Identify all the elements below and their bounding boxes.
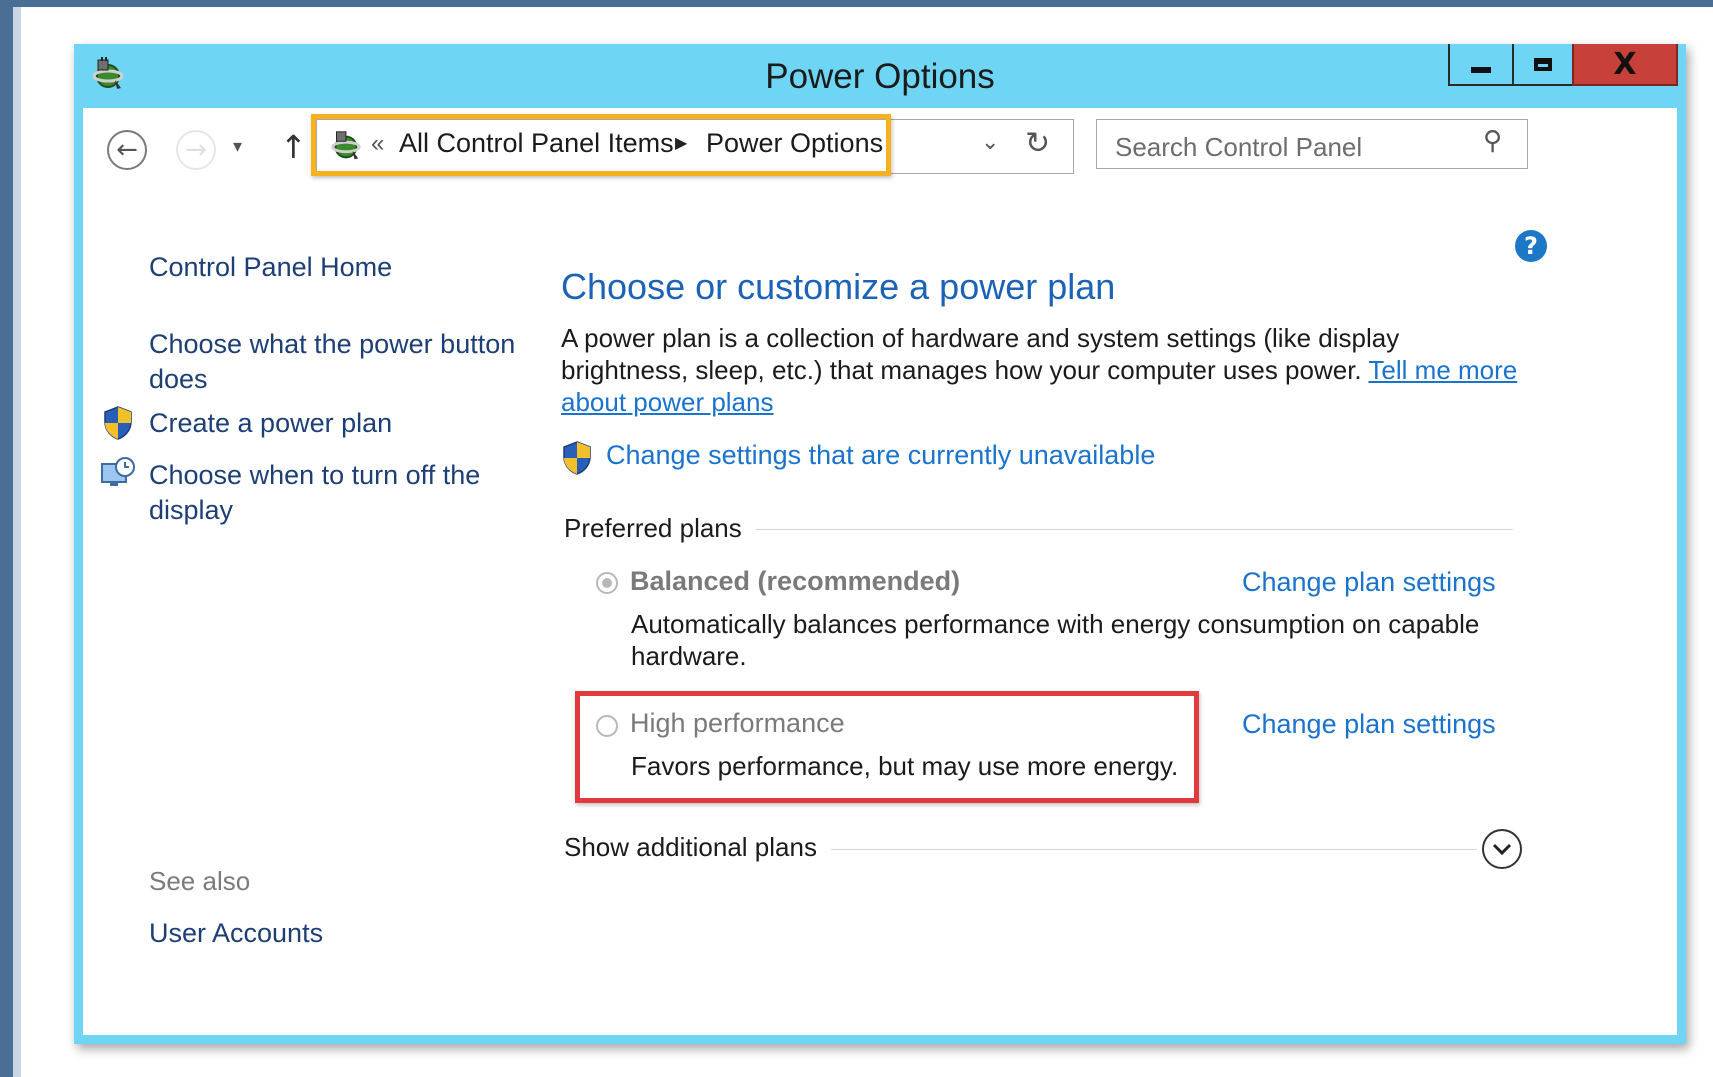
see-also-heading: See also [149, 866, 251, 896]
recent-locations-button[interactable]: ▾ [233, 136, 242, 157]
window-title: Power Options [765, 57, 995, 96]
search-icon[interactable]: ⚲ [1483, 126, 1502, 156]
refresh-icon[interactable]: ↻ [1025, 126, 1050, 161]
address-dropdown-icon[interactable]: ⌄ [981, 130, 999, 155]
uac-shield-icon [104, 406, 132, 440]
up-button[interactable]: ↑ [280, 128, 307, 166]
display-timer-icon [101, 457, 135, 486]
turn-off-display-link[interactable]: Choose when to turn off the display [149, 458, 509, 528]
back-button[interactable]: ← [107, 130, 147, 170]
change-unavailable-settings-link[interactable]: Change settings that are currently unava… [606, 440, 1155, 471]
forward-button[interactable]: → [176, 130, 216, 170]
forward-arrow-icon: → [185, 135, 207, 165]
control-panel-home-link[interactable]: Control Panel Home [149, 250, 392, 285]
uac-shield-icon [563, 441, 591, 475]
search-input[interactable] [1115, 130, 1465, 164]
show-additional-plans-label[interactable]: Show additional plans [564, 832, 831, 863]
high-performance-plan-radio[interactable] [596, 715, 618, 737]
maximize-icon [1534, 57, 1552, 71]
title-bar[interactable]: Power Options X [74, 44, 1686, 108]
window-controls: X [1448, 44, 1678, 86]
balanced-plan-description: Automatically balances performance with … [631, 609, 1480, 671]
power-button-settings-link[interactable]: Choose what the power button does [149, 327, 539, 397]
balanced-change-plan-settings-link[interactable]: Change plan settings [1242, 567, 1496, 598]
high-performance-plan-name[interactable]: High performance [630, 708, 845, 739]
user-accounts-link[interactable]: User Accounts [149, 916, 323, 951]
high-performance-change-plan-settings-link[interactable]: Change plan settings [1242, 709, 1496, 740]
minimize-icon [1471, 67, 1491, 73]
desktop-frame-top [0, 0, 1713, 7]
address-highlight-box [311, 114, 891, 176]
high-performance-plan-description: Favors performance, but may use more ene… [631, 751, 1179, 781]
help-icon[interactable]: ? [1515, 230, 1547, 262]
close-button[interactable]: X [1572, 44, 1678, 86]
desktop-frame-left-inner [13, 7, 21, 1077]
chevron-down-icon [1492, 843, 1512, 856]
balanced-plan-name[interactable]: Balanced (recommended) [630, 566, 960, 597]
minimize-button[interactable] [1448, 44, 1512, 86]
description-text: A power plan is a collection of hardware… [561, 323, 1400, 385]
client-area: ← → ▾ ↑ « All Control Panel Items ▶ Powe… [83, 108, 1677, 1035]
chevron-down-icon: ▾ [233, 136, 243, 157]
balanced-plan-radio[interactable] [596, 572, 618, 594]
up-arrow-icon: ↑ [280, 128, 307, 166]
desktop-frame-left [0, 0, 13, 1077]
power-options-window: Power Options X ← → ▾ ↑ « All Control Pa… [74, 44, 1686, 1044]
create-power-plan-link[interactable]: Create a power plan [149, 406, 392, 441]
preferred-plans-heading: Preferred plans [564, 513, 756, 544]
page-description: A power plan is a collection of hardware… [561, 322, 1531, 418]
page-title: Choose or customize a power plan [561, 266, 1116, 307]
back-arrow-icon: ← [116, 135, 138, 165]
maximize-button[interactable] [1512, 44, 1572, 86]
close-icon: X [1613, 46, 1637, 82]
expand-additional-plans-button[interactable] [1482, 829, 1522, 869]
